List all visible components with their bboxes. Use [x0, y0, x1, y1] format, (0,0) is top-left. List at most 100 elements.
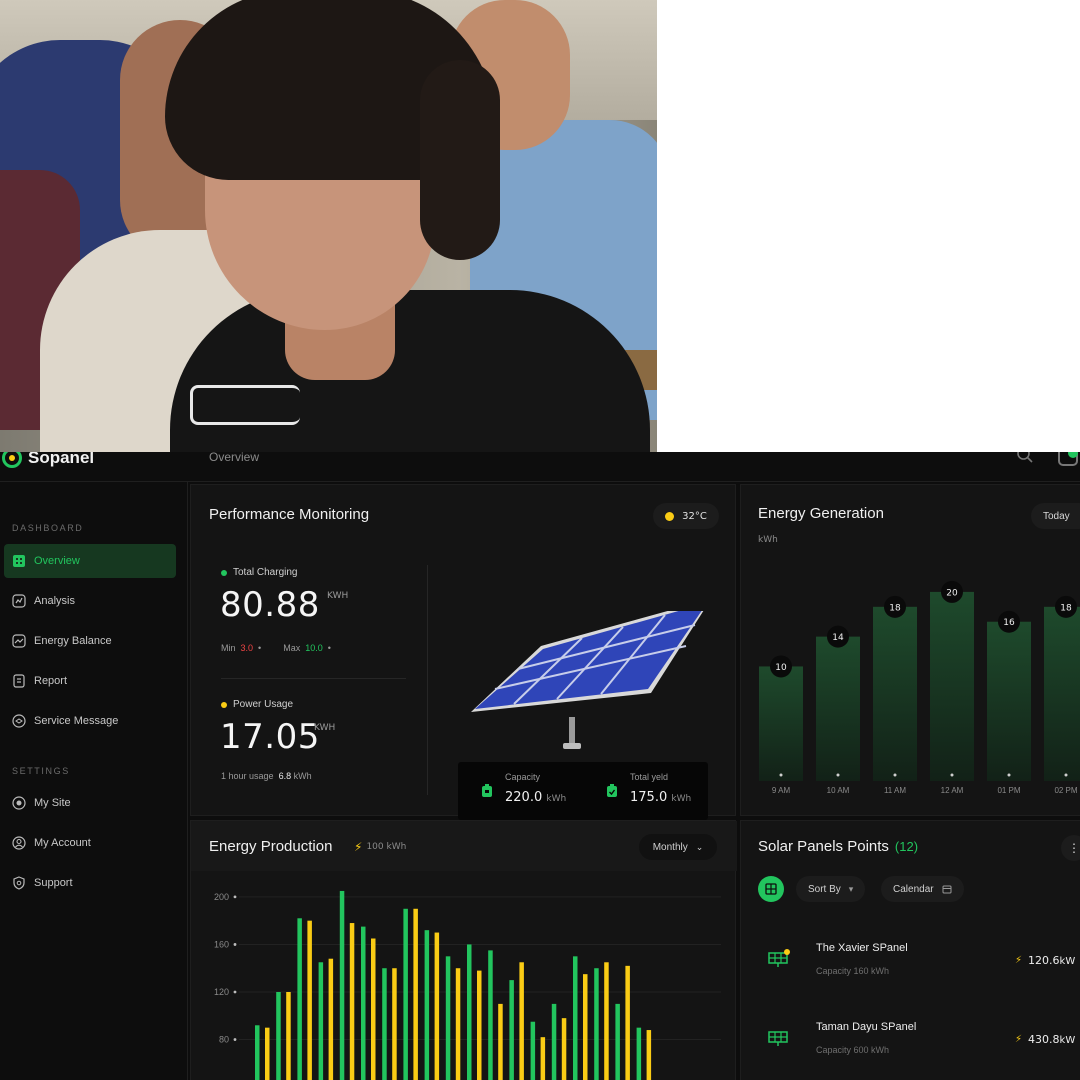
data-label: 14: [832, 633, 844, 643]
site-icon: [12, 796, 26, 810]
period-dropdown-label: Monthly: [652, 841, 688, 853]
hour-usage: 1 hour usage 6.8 kWh: [221, 771, 312, 781]
sidebar-item-label: Support: [34, 877, 73, 889]
bar-yellow: [265, 1027, 270, 1080]
x-tick-label: 10 AM: [827, 786, 850, 795]
search-icon[interactable]: [1016, 452, 1034, 464]
total-yield-unit: kWh: [671, 794, 692, 804]
sidebar-item-analysis[interactable]: Analysis: [4, 584, 176, 618]
x-tick-label: 12 AM: [941, 786, 964, 795]
total-yield-label: Total yeld: [630, 772, 669, 782]
temperature-pill[interactable]: 32°C: [653, 503, 719, 529]
bar-yellow: [583, 974, 588, 1080]
total-yield-value: 175.0: [630, 790, 668, 805]
solar-panel-icon: [768, 949, 790, 967]
x-tick-dot: [1007, 773, 1011, 777]
y-tick-label: 80: [219, 1035, 229, 1045]
battery-icon: [482, 784, 492, 797]
total-yield-stat: Total yeld 175.0 kWh: [630, 772, 691, 805]
sort-by-label: Sort By: [808, 883, 841, 895]
bar-green: [255, 1025, 260, 1080]
y-tick-label: 200: [214, 892, 229, 902]
bar-yellow: [286, 992, 291, 1080]
bar: [816, 636, 860, 781]
panel-capacity: Capacity 600 kWh: [816, 1045, 890, 1055]
x-tick-dot: [1064, 773, 1068, 777]
sidebar-item-report[interactable]: Report: [4, 664, 176, 698]
sidebar-item-label: My Account: [34, 837, 91, 849]
bar-yellow: [434, 932, 440, 1080]
bar-green: [615, 1003, 620, 1080]
divider: [221, 678, 406, 679]
sidebar-item-energy-balance[interactable]: Energy Balance: [4, 624, 176, 658]
battery-check-icon: [607, 784, 617, 797]
sidebar-item-my-site[interactable]: My Site: [4, 786, 176, 820]
min-value: 3.0: [240, 643, 254, 653]
x-tick-dot: [836, 773, 840, 777]
x-tick-dot: [893, 773, 897, 777]
sidebar-section-dashboard: DASHBOARD: [12, 523, 84, 533]
y-tick-label: 160: [214, 939, 229, 949]
panel-output-unit: kW: [1059, 956, 1076, 967]
sidebar-item-label: Service Message: [34, 715, 119, 727]
energy-generation-chart: 10 9 AM 14 10 AM 18 11 AM 20 12 AM 16 01 PM 18 02 P…: [759, 580, 1080, 795]
hour-usage-unit: kWh: [293, 771, 312, 781]
capacity-value: 220.0: [505, 790, 543, 805]
temperature-value: 32°C: [682, 510, 707, 522]
solar-panel-icon: [768, 1031, 788, 1046]
panel-grid-icon: [765, 883, 777, 895]
list-item[interactable]: Taman Dayu SPanel Capacity 600 kWh ⚡ 430…: [758, 1015, 1080, 1071]
power-usage-value: 17.05: [220, 717, 320, 757]
sidebar-item-label: Overview: [34, 555, 80, 567]
bar-yellow: [349, 923, 355, 1080]
calendar-button[interactable]: Calendar: [881, 876, 964, 902]
sidebar-item-support[interactable]: Support: [4, 866, 176, 900]
sidebar-item-service-message[interactable]: Service Message: [4, 704, 176, 738]
bar-green: [361, 926, 366, 1080]
divider: [427, 565, 428, 795]
sidebar-item-overview[interactable]: Overview: [4, 544, 176, 578]
performance-monitoring-card: Performance Monitoring 32°C Total Chargi…: [190, 484, 736, 820]
power-usage-unit: KWH: [314, 723, 336, 733]
bolt-icon: ⚡: [1015, 955, 1023, 966]
bar-yellow: [604, 962, 609, 1080]
sun-logo-icon: [2, 452, 22, 468]
more-options-icon[interactable]: ⋮: [1061, 835, 1080, 861]
bar-green: [276, 992, 281, 1080]
data-label: 20: [946, 588, 958, 598]
bar-green: [467, 944, 472, 1080]
total-charging-unit: KWH: [327, 591, 349, 601]
panel-output-value: 120.6: [1028, 954, 1060, 967]
x-tick-label: 01 PM: [997, 786, 1020, 795]
bar-yellow: [561, 1018, 567, 1080]
bar-green: [382, 968, 387, 1080]
bar-green: [318, 962, 324, 1080]
capacity-unit: kWh: [546, 794, 567, 804]
calendar-label: Calendar: [893, 883, 934, 895]
bar-yellow: [625, 965, 630, 1080]
bar-yellow: [455, 968, 461, 1080]
power-usage-label-text: Power Usage: [233, 699, 294, 710]
bar-green: [297, 918, 302, 1080]
y-tick-label: 120: [214, 987, 229, 997]
brand[interactable]: Sopanel: [2, 452, 94, 470]
period-dropdown[interactable]: Monthly ⌄: [639, 834, 717, 860]
balance-icon: [12, 634, 26, 648]
sort-by-button[interactable]: Sort By ▾: [796, 876, 866, 902]
bar-green: [573, 956, 578, 1080]
sidebar-item-label: My Site: [34, 797, 71, 809]
bar-yellow: [540, 1037, 546, 1080]
card-title: Performance Monitoring: [209, 506, 370, 523]
sidebar-item-my-account[interactable]: My Account: [4, 826, 176, 860]
sidebar-section-settings: SETTINGS: [12, 766, 70, 776]
bar-yellow: [307, 920, 312, 1080]
bar-yellow: [392, 968, 397, 1080]
filter-button[interactable]: [758, 876, 784, 902]
capacity-stat: Capacity 220.0 kWh: [505, 772, 566, 805]
account-icon: [12, 836, 26, 850]
data-label: 16: [1003, 618, 1015, 628]
sidebar-item-label: Energy Balance: [34, 635, 112, 647]
bar: [1044, 606, 1080, 781]
production-rate-value: 100 kWh: [366, 842, 407, 852]
list-item[interactable]: The Xavier SPanel Capacity 160 kWh ⚡ 120…: [758, 936, 1080, 992]
